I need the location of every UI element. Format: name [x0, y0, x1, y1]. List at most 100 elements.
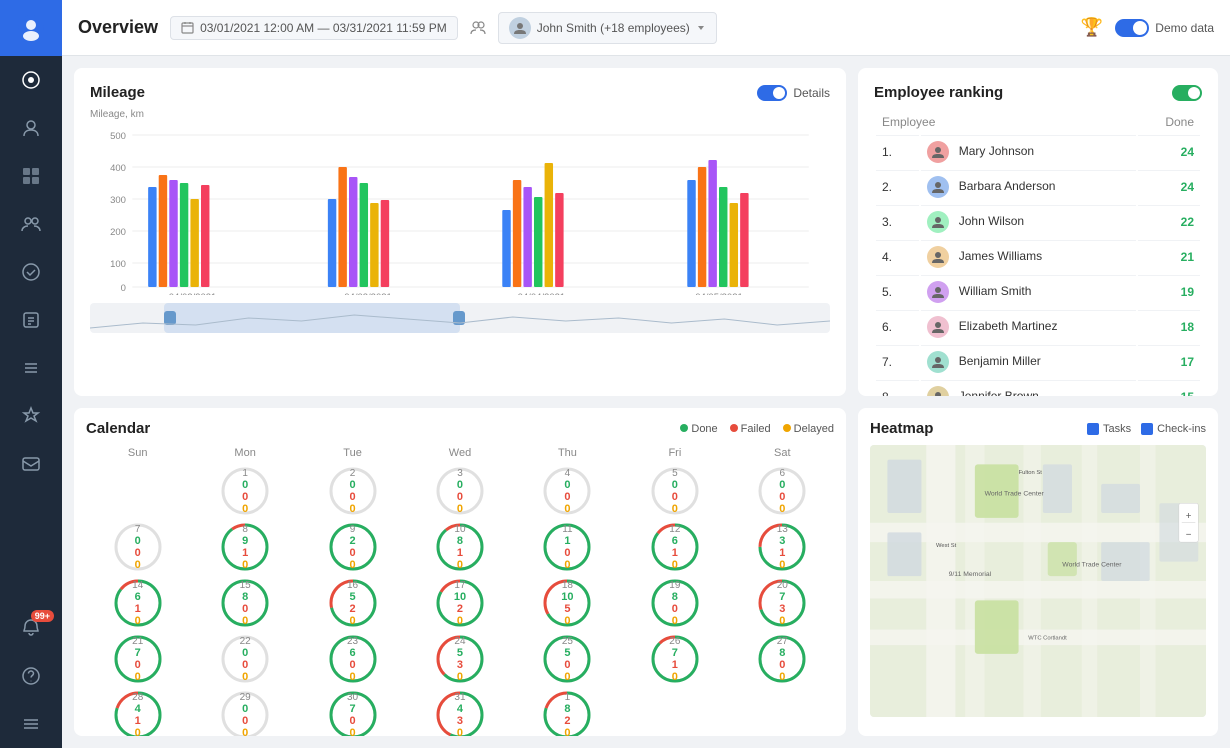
- list-item[interactable]: 14 6 1 0: [86, 577, 189, 629]
- list-item[interactable]: 5 0 0 0: [623, 465, 726, 517]
- sidebar-item-overview[interactable]: [0, 56, 62, 104]
- svg-text:200: 200: [110, 227, 126, 237]
- chart-range-slider[interactable]: [90, 303, 830, 333]
- calendar-day-header: Thu: [516, 445, 619, 461]
- done-count: 18: [1138, 310, 1200, 343]
- list-item[interactable]: 4 0 0 0: [516, 465, 619, 517]
- mileage-chart: Mileage, km 500 400 300 200 100 0: [90, 109, 830, 299]
- done-count: 15: [1138, 380, 1200, 396]
- content-grid: Mileage Details Mileage, km 500: [62, 56, 1230, 748]
- list-item[interactable]: 18 10 5 0: [516, 577, 619, 629]
- notifications-icon[interactable]: 99+: [0, 604, 62, 652]
- rank-number: 2.: [876, 170, 919, 203]
- heatmap-map: World Trade Center 9/11 Memorial World T…: [870, 445, 1206, 717]
- calendar-legend: Done Failed Delayed: [680, 423, 834, 435]
- done-count: 19: [1138, 275, 1200, 308]
- sidebar-item-messages[interactable]: [0, 440, 62, 488]
- list-item[interactable]: 22 0 0 0: [193, 633, 296, 685]
- rank-number: 8.: [876, 380, 919, 396]
- calendar-day-header: Tue: [301, 445, 404, 461]
- sidebar-item-reports[interactable]: [0, 296, 62, 344]
- list-item[interactable]: 28 4 1 0: [86, 689, 189, 736]
- list-item[interactable]: 26 7 1 0: [623, 633, 726, 685]
- list-item[interactable]: 27 8 0 0: [731, 633, 834, 685]
- list-item[interactable]: 1 8 2 0: [516, 689, 619, 736]
- list-item[interactable]: 15 8 0 0: [193, 577, 296, 629]
- table-row: 4. James Williams 21: [876, 240, 1200, 273]
- list-item[interactable]: 21 7 0 0: [86, 633, 189, 685]
- sidebar-item-dashboard[interactable]: [0, 152, 62, 200]
- demo-toggle[interactable]: Demo data: [1115, 19, 1214, 37]
- list-item[interactable]: 1 0 0 0: [193, 465, 296, 517]
- list-item[interactable]: 6 0 0 0: [731, 465, 834, 517]
- list-item[interactable]: 20 7 3 0: [731, 577, 834, 629]
- list-item[interactable]: 2 0 0 0: [301, 465, 404, 517]
- list-item[interactable]: 23 6 0 0: [301, 633, 404, 685]
- svg-text:0: 0: [121, 283, 126, 293]
- header: Overview 03/01/2021 12:00 AM — 03/31/202…: [62, 0, 1230, 56]
- svg-text:World Trade Center: World Trade Center: [1062, 561, 1122, 568]
- list-item[interactable]: 7 0 0 0: [86, 521, 189, 573]
- date-range-picker[interactable]: 03/01/2021 12:00 AM — 03/31/2021 11:59 P…: [170, 16, 458, 40]
- list-item[interactable]: 16 5 2 0: [301, 577, 404, 629]
- avatar: [927, 141, 949, 163]
- sidebar-item-help[interactable]: [0, 652, 62, 700]
- avatar: [927, 211, 949, 233]
- done-count: 21: [1138, 240, 1200, 273]
- list-item[interactable]: 8 9 1 0: [193, 521, 296, 573]
- page-title: Overview: [78, 17, 158, 38]
- demo-toggle-switch[interactable]: [1115, 19, 1149, 37]
- details-toggle-switch[interactable]: [757, 85, 787, 101]
- logo[interactable]: [0, 0, 62, 56]
- list-item[interactable]: 30 7 0 0: [301, 689, 404, 736]
- mileage-chart-svg: 500 400 300 200 100 0 04/02/2021: [90, 125, 830, 295]
- legend-done: Done: [691, 423, 717, 435]
- checkins-checkbox[interactable]: Check-ins: [1141, 423, 1206, 435]
- calendar-day-header: Wed: [408, 445, 511, 461]
- list-item[interactable]: 24 5 3 0: [408, 633, 511, 685]
- table-row: 3. John Wilson 22: [876, 205, 1200, 238]
- employee-avatar: [509, 17, 531, 39]
- details-label: Details: [793, 86, 830, 100]
- list-item[interactable]: 31 4 3 0: [408, 689, 511, 736]
- table-row: 1. Mary Johnson 24: [876, 135, 1200, 168]
- sidebar-item-list[interactable]: [0, 344, 62, 392]
- mileage-title: Mileage: [90, 84, 145, 101]
- svg-text:−: −: [1186, 529, 1192, 540]
- list-item[interactable]: 9 2 0 0: [301, 521, 404, 573]
- heatmap-card: Heatmap Tasks Check-ins: [858, 408, 1218, 736]
- sidebar-item-tasks[interactable]: [0, 248, 62, 296]
- sidebar-item-verify[interactable]: [0, 392, 62, 440]
- table-row: 2. Barbara Anderson 24: [876, 170, 1200, 203]
- list-item[interactable]: 3 0 0 0: [408, 465, 511, 517]
- list-item[interactable]: 17 10 2 0: [408, 577, 511, 629]
- sidebar-item-menu[interactable]: [0, 700, 62, 748]
- col-done: Done: [1138, 111, 1200, 133]
- list-item[interactable]: 13 3 1 0: [731, 521, 834, 573]
- sidebar: 99+: [0, 0, 62, 748]
- sidebar-item-team[interactable]: [0, 200, 62, 248]
- list-item[interactable]: 29 0 0 0: [193, 689, 296, 736]
- list-item[interactable]: 19 8 0 0: [623, 577, 726, 629]
- list-item[interactable]: 10 8 1 0: [408, 521, 511, 573]
- done-count: 22: [1138, 205, 1200, 238]
- list-item[interactable]: 11 1 0 0: [516, 521, 619, 573]
- tasks-checkbox[interactable]: Tasks: [1087, 423, 1131, 435]
- date-range-text: 03/01/2021 12:00 AM — 03/31/2021 11:59 P…: [200, 21, 447, 35]
- ranking-toggle[interactable]: [1172, 85, 1202, 101]
- employee-name-cell: Jennifer Brown: [921, 380, 1136, 396]
- list-item[interactable]: 12 6 1 0: [623, 521, 726, 573]
- chart-y-label: Mileage, km: [90, 109, 144, 120]
- employee-name-cell: Mary Johnson: [921, 135, 1136, 168]
- employee-selector[interactable]: John Smith (+18 employees): [498, 12, 717, 44]
- done-count: 24: [1138, 135, 1200, 168]
- rank-number: 4.: [876, 240, 919, 273]
- calendar-day-header: Mon: [193, 445, 296, 461]
- trophy-icon: 🏆: [1081, 17, 1103, 38]
- details-toggle[interactable]: Details: [757, 85, 830, 101]
- rank-number: 7.: [876, 345, 919, 378]
- employee-name-cell: John Wilson: [921, 205, 1136, 238]
- sidebar-item-profile[interactable]: [0, 104, 62, 152]
- table-row: 7. Benjamin Miller 17: [876, 345, 1200, 378]
- list-item[interactable]: 25 5 0 0: [516, 633, 619, 685]
